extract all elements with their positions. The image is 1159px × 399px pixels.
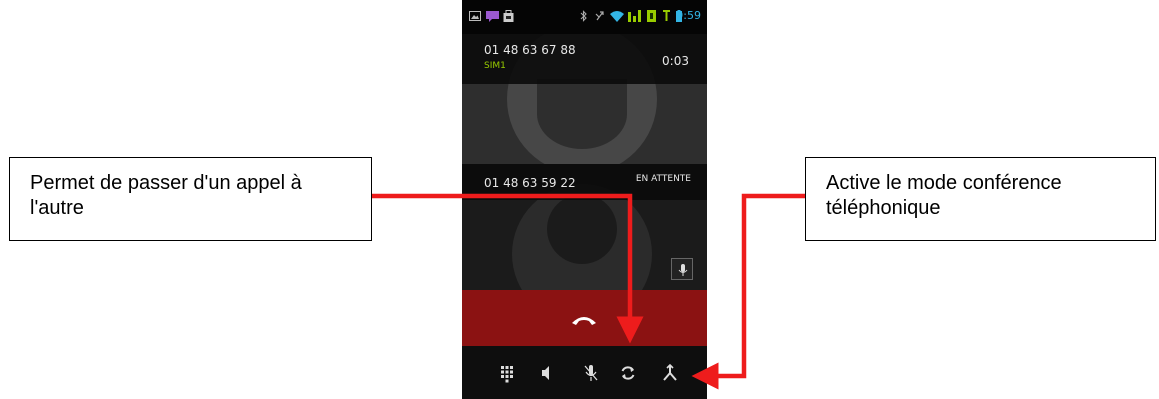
shopping-bag-icon [503, 10, 514, 22]
mute-icon[interactable] [580, 362, 602, 384]
hang-up-icon [572, 317, 596, 325]
avatar-shade [547, 194, 617, 264]
phone-screen: 9:59 01 48 63 67 88 SIM1 0:03 01 48 63 5… [462, 0, 707, 399]
signal-icon [628, 10, 641, 22]
active-call-panel: 01 48 63 67 88 SIM1 0:03 [462, 34, 707, 164]
bluetooth-icon [580, 10, 587, 22]
sim-signal-icon [647, 10, 656, 22]
sim-signal-icon [663, 10, 670, 21]
hold-status: EN ATTENTE [635, 174, 691, 184]
annotation-swap-calls-text: Permet de passer d'un appel à l'autre [30, 172, 302, 219]
active-call-sim: SIM1 [484, 61, 506, 71]
held-call-number: 01 48 63 59 22 [484, 176, 576, 190]
call-duration: 0:03 [662, 54, 689, 68]
wifi-icon [610, 11, 624, 22]
status-bar: 9:59 [462, 0, 707, 34]
active-call-header: 01 48 63 67 88 SIM1 0:03 [462, 34, 707, 84]
annotation-conference: Active le mode conférence téléphonique [805, 157, 1156, 241]
speaker-icon[interactable] [535, 362, 557, 384]
mic-toggle-button[interactable] [671, 258, 693, 280]
held-call-header: 01 48 63 59 22 EN ATTENTE [462, 164, 707, 200]
annotation-conference-text: Active le mode conférence téléphonique [826, 172, 1062, 219]
image-icon [469, 11, 481, 21]
active-call-number: 01 48 63 67 88 [484, 43, 576, 57]
call-controls-bar [462, 346, 707, 399]
dialpad-icon[interactable] [496, 362, 518, 384]
merge-calls-icon[interactable] [659, 362, 681, 384]
missed-call-icon [595, 11, 604, 21]
arrow-to-merge-calls [691, 193, 805, 390]
chat-icon [486, 11, 499, 22]
avatar-shade [537, 79, 627, 149]
swap-calls-icon[interactable] [617, 362, 639, 384]
clock: 9:59 [676, 9, 701, 22]
end-call-button[interactable] [462, 290, 707, 346]
microphone-icon [678, 264, 688, 276]
annotation-swap-calls: Permet de passer d'un appel à l'autre [9, 157, 372, 241]
